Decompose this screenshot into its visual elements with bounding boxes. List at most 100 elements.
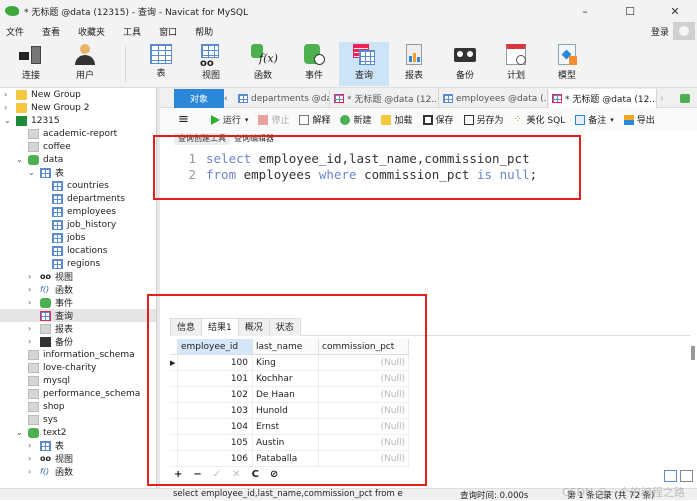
cell-commission-pct[interactable]: (Null): [319, 435, 409, 451]
tree-item[interactable]: › f() 函数: [0, 283, 156, 297]
table-row[interactable]: 103 Hunold (Null): [170, 403, 410, 419]
tree-item[interactable]: job_history: [0, 218, 156, 231]
results-scrollbar[interactable]: [691, 346, 695, 360]
refresh-button[interactable]: C: [252, 469, 259, 480]
row-selector[interactable]: [170, 435, 178, 451]
tree-item[interactable]: ⌄ data: [0, 153, 156, 166]
cell-employee-id[interactable]: 104: [178, 419, 253, 435]
tree-item[interactable]: jobs: [0, 231, 156, 244]
beautify-sql-button[interactable]: ⁘ 美化 SQL: [514, 113, 566, 126]
chevron-right-icon[interactable]: ›: [28, 454, 31, 463]
save-button[interactable]: 保存: [422, 113, 454, 126]
table-row[interactable]: 106 Pataballa (Null): [170, 451, 410, 467]
apply-changes-button[interactable]: ✓: [213, 469, 221, 480]
cell-employee-id[interactable]: 106: [178, 451, 253, 467]
row-selector[interactable]: [170, 371, 178, 387]
cell-commission-pct[interactable]: (Null): [319, 451, 409, 467]
cell-employee-id[interactable]: 101: [178, 371, 253, 387]
column-header-commission-pct[interactable]: commission_pct: [319, 339, 409, 355]
chevron-right-icon[interactable]: ›: [28, 441, 31, 450]
discard-changes-button[interactable]: ✕: [232, 469, 240, 480]
tab-profile[interactable]: 概况: [237, 318, 270, 336]
chevron-right-icon[interactable]: ›: [28, 285, 31, 294]
menu-favorites[interactable]: 收藏夹: [78, 25, 105, 38]
tab-info[interactable]: 信息: [170, 318, 203, 336]
column-header-employee-id[interactable]: employee_id: [178, 339, 253, 355]
tab-query-editor[interactable]: 查询编辑器: [230, 133, 278, 145]
tree-item[interactable]: › 报表: [0, 322, 156, 335]
cell-commission-pct[interactable]: (Null): [319, 387, 409, 403]
tree-item[interactable]: academic-report: [0, 127, 156, 140]
tree-item[interactable]: ⌄ 表: [0, 166, 156, 179]
chevron-down-icon[interactable]: ⌄: [4, 116, 11, 125]
tree-item[interactable]: › oo 视图: [0, 270, 156, 284]
tree-item[interactable]: performance_schema: [0, 387, 156, 400]
toolbar-menu-button[interactable]: ≡: [178, 112, 189, 127]
close-button[interactable]: ✕: [655, 0, 695, 22]
chevron-down-icon[interactable]: ⌄: [16, 155, 23, 164]
cell-last-name[interactable]: Kochhar: [253, 371, 319, 387]
tree-item[interactable]: departments: [0, 192, 156, 205]
ribbon-connection-button[interactable]: 连接: [6, 42, 56, 86]
tree-item[interactable]: employees: [0, 205, 156, 218]
cell-employee-id[interactable]: 103: [178, 403, 253, 419]
tree-item[interactable]: mysql: [0, 374, 156, 387]
stop-button[interactable]: 停止: [258, 113, 289, 126]
tab-employees[interactable]: employees @data (...: [440, 89, 548, 108]
grid-view-icon[interactable]: [664, 470, 677, 482]
tree-item[interactable]: shop: [0, 400, 156, 413]
row-selector[interactable]: [170, 387, 178, 403]
menu-file[interactable]: 文件: [6, 25, 24, 38]
chevron-right-icon[interactable]: ›: [28, 324, 31, 333]
tab-query-builder[interactable]: 查询创建工具: [174, 133, 230, 145]
tabs-scroll-left-button[interactable]: ‹: [224, 89, 234, 108]
chevron-right-icon[interactable]: ›: [4, 90, 7, 99]
tree-item[interactable]: countries: [0, 179, 156, 192]
tab-objects[interactable]: 对象: [174, 89, 224, 108]
tree-item[interactable]: › 备份: [0, 335, 156, 348]
tree-item[interactable]: › f() 函数: [0, 465, 156, 479]
comment-button[interactable]: 备注 ▾: [575, 113, 614, 126]
sql-editor[interactable]: 1 select employee_id,last_name,commission…: [174, 151, 537, 183]
cell-employee-id[interactable]: 100: [178, 355, 253, 371]
cell-commission-pct[interactable]: (Null): [319, 371, 409, 387]
chevron-right-icon[interactable]: ›: [28, 467, 31, 476]
tree-item[interactable]: locations: [0, 244, 156, 257]
cell-last-name[interactable]: King: [253, 355, 319, 371]
ribbon-model-button[interactable]: 模型: [542, 42, 592, 86]
login-link[interactable]: 登录: [651, 25, 669, 38]
tree-item[interactable]: › oo 视图: [0, 452, 156, 466]
cell-employee-id[interactable]: 102: [178, 387, 253, 403]
ribbon-schedule-button[interactable]: 计划: [491, 42, 541, 86]
add-row-button[interactable]: +: [174, 469, 182, 480]
tabs-scroll-right-button[interactable]: ›: [660, 89, 672, 108]
ribbon-query-button[interactable]: 查询: [339, 42, 389, 86]
minimize-button[interactable]: –: [565, 0, 605, 22]
tree-item[interactable]: › New Group 2: [0, 101, 156, 114]
tree-item[interactable]: › New Group: [0, 88, 156, 101]
chevron-right-icon[interactable]: ›: [28, 298, 31, 307]
chevron-right-icon[interactable]: ›: [28, 337, 31, 346]
tree-item[interactable]: regions: [0, 257, 156, 270]
tab-untitled-query-active[interactable]: * 无标题 @data (12...: [549, 89, 657, 108]
tree-item[interactable]: 查询: [0, 309, 156, 322]
table-row[interactable]: ▶ 100 King (Null): [170, 355, 410, 371]
chevron-down-icon[interactable]: ⌄: [16, 428, 23, 437]
cell-commission-pct[interactable]: (Null): [319, 355, 409, 371]
tree-item[interactable]: ⌄ 12315: [0, 114, 156, 127]
menu-help[interactable]: 帮助: [195, 25, 213, 38]
cell-employee-id[interactable]: 105: [178, 435, 253, 451]
menu-tools[interactable]: 工具: [123, 25, 141, 38]
tree-item[interactable]: ⌄ text2: [0, 426, 156, 439]
cell-last-name[interactable]: Hunold: [253, 403, 319, 419]
menu-view[interactable]: 查看: [42, 25, 60, 38]
row-selector[interactable]: [170, 419, 178, 435]
tree-item[interactable]: › 事件: [0, 296, 156, 309]
run-button[interactable]: 运行 ▾: [210, 113, 248, 126]
row-selector[interactable]: [170, 451, 178, 467]
table-row[interactable]: 102 De Haan (Null): [170, 387, 410, 403]
tree-item[interactable]: coffee: [0, 140, 156, 153]
table-row[interactable]: 104 Ernst (Null): [170, 419, 410, 435]
delete-row-button[interactable]: −: [193, 469, 201, 480]
maximize-button[interactable]: ☐: [610, 0, 650, 22]
